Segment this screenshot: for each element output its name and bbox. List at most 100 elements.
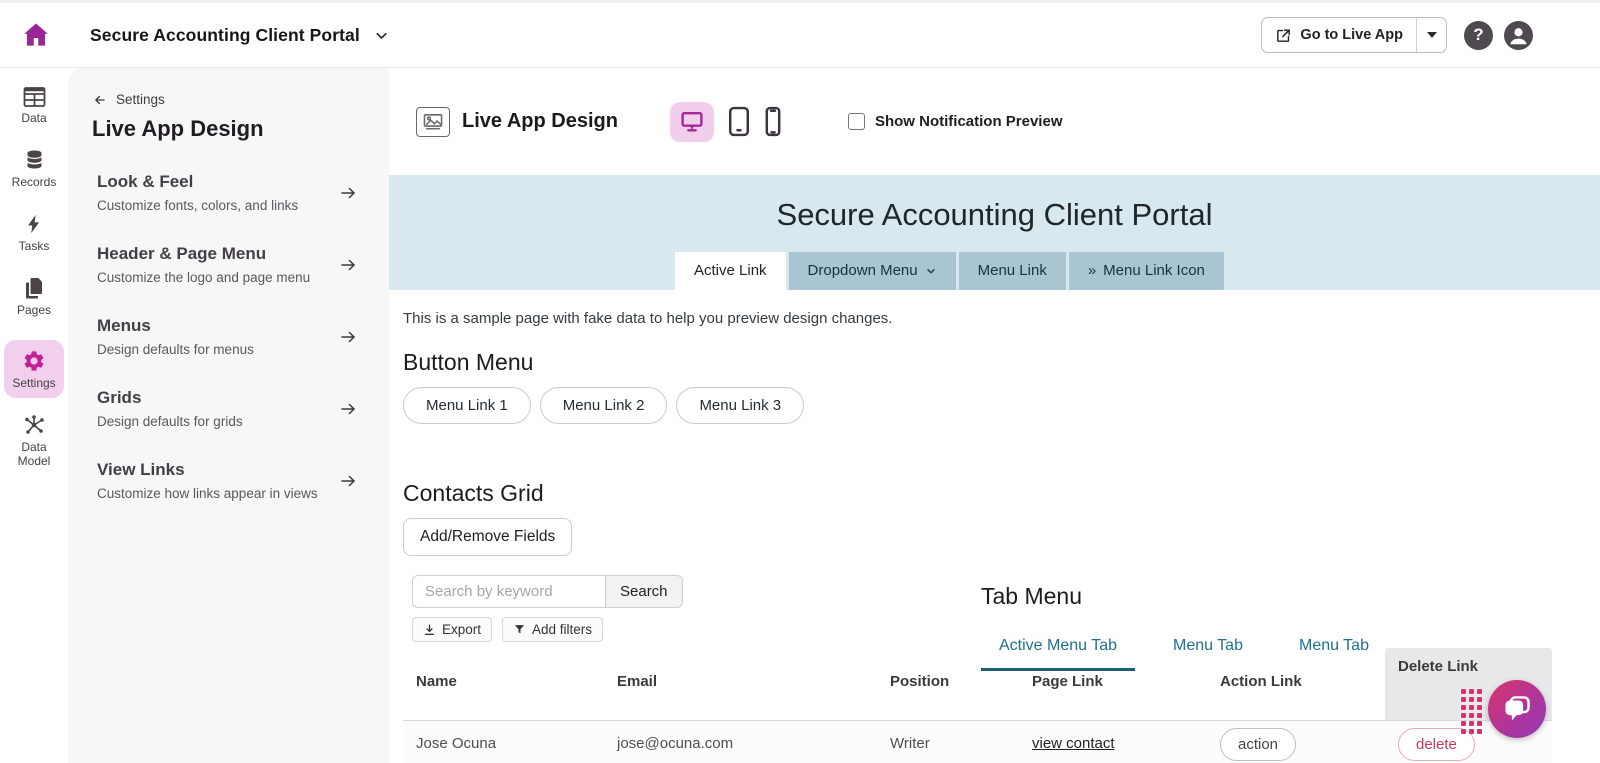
menu-tab-label: Menu Link — [978, 262, 1047, 279]
page-menu-active-link[interactable]: Active Link — [675, 252, 786, 290]
column-header-email[interactable]: Email — [617, 650, 890, 720]
caret-down-icon — [1427, 32, 1437, 38]
help-button[interactable]: ? — [1464, 21, 1493, 50]
home-button[interactable] — [20, 19, 52, 51]
button-menu: Menu Link 1 Menu Link 2 Menu Link 3 — [403, 387, 1600, 424]
nav-rail: Data Records Tasks Pages — [0, 68, 68, 763]
preview-title: Live App Design — [462, 110, 618, 133]
search-button[interactable]: Search — [605, 575, 683, 608]
settings-item-subtitle: Customize fonts, colors, and links — [97, 198, 298, 213]
table-icon — [22, 86, 47, 108]
tablet-icon — [727, 106, 751, 137]
external-link-icon — [1275, 27, 1292, 44]
tab-menu-tab-1[interactable]: Menu Tab — [1155, 637, 1261, 671]
nav-item-tasks[interactable]: Tasks — [4, 212, 64, 253]
column-header-name[interactable]: Name — [416, 650, 617, 720]
page-menu-link[interactable]: Menu Link — [959, 252, 1066, 290]
nav-item-data[interactable]: Data — [4, 86, 64, 125]
menu-link-2-button[interactable]: Menu Link 2 — [540, 387, 668, 424]
device-phone-button[interactable] — [764, 106, 782, 137]
menu-tab-label: Menu Link Icon — [1103, 262, 1205, 279]
nav-item-pages[interactable]: Pages — [4, 276, 64, 317]
back-to-settings-link[interactable]: Settings — [92, 92, 367, 107]
page-menu: Active Link Dropdown Menu Menu Link » Me… — [675, 252, 1224, 290]
menu-tab-label: Active Link — [694, 262, 767, 279]
add-filters-label: Add filters — [532, 622, 592, 637]
preview-area: Live App Design — [389, 68, 1600, 763]
arrow-right-icon — [337, 184, 359, 202]
desktop-icon — [679, 109, 705, 134]
topbar-actions: Go to Live App ? — [1261, 17, 1600, 53]
home-icon — [21, 20, 51, 50]
nav-item-records[interactable]: Records — [4, 148, 64, 189]
double-chevron-icon: » — [1088, 262, 1096, 279]
arrow-right-icon — [337, 472, 359, 490]
tab-menu-section: Tab Menu Active Menu Tab Menu Tab Menu T… — [981, 583, 1541, 671]
database-icon — [22, 148, 47, 172]
menu-link-3-button[interactable]: Menu Link 3 — [676, 387, 804, 424]
column-drag-handle[interactable] — [1461, 689, 1482, 734]
cell-name: Jose Ocuna — [416, 721, 617, 763]
user-avatar-button[interactable] — [1504, 21, 1533, 50]
tab-active-menu-tab[interactable]: Active Menu Tab — [981, 637, 1135, 671]
app-body: Data Records Tasks Pages — [0, 68, 1600, 763]
settings-item-title: Grids — [97, 388, 243, 408]
settings-item-view-links[interactable]: View Links Customize how links appear in… — [97, 460, 367, 501]
image-icon — [416, 107, 450, 137]
chat-bubble-icon — [1500, 692, 1534, 726]
gear-icon — [22, 349, 46, 373]
menu-tab-label: Dropdown Menu — [808, 262, 918, 279]
go-to-live-app-split-button: Go to Live App — [1261, 17, 1447, 53]
settings-item-menus[interactable]: Menus Design defaults for menus — [97, 316, 367, 357]
table-row: Jose Ocuna jose@ocuna.com Writer view co… — [403, 721, 1552, 763]
back-link-label: Settings — [116, 92, 165, 107]
app-switcher-button[interactable] — [373, 27, 390, 44]
go-to-live-app-button[interactable]: Go to Live App — [1262, 18, 1416, 52]
nav-label: Records — [12, 175, 57, 189]
tab-menu-heading: Tab Menu — [981, 583, 1541, 610]
panel-title: Live App Design — [92, 116, 367, 142]
sample-note: This is a sample page with fake data to … — [403, 310, 1600, 327]
live-app-title: Secure Accounting Client Portal — [389, 175, 1600, 233]
arrow-right-icon — [337, 328, 359, 346]
action-button[interactable]: action — [1220, 728, 1296, 761]
app-title: Secure Accounting Client Portal — [90, 25, 360, 46]
export-button[interactable]: Export — [412, 617, 492, 642]
nav-label: Settings — [12, 376, 55, 390]
go-to-live-app-dropdown-button[interactable] — [1416, 18, 1446, 52]
settings-item-subtitle: Customize the logo and page menu — [97, 270, 310, 285]
add-filters-button[interactable]: Add filters — [502, 617, 603, 642]
chat-widget-button[interactable] — [1488, 680, 1546, 738]
tab-menu: Active Menu Tab Menu Tab Menu Tab — [981, 637, 1541, 671]
settings-item-title: Menus — [97, 316, 254, 336]
settings-item-header-page-menu[interactable]: Header & Page Menu Customize the logo an… — [97, 244, 367, 285]
preview-content: This is a sample page with fake data to … — [389, 310, 1600, 763]
settings-item-look-and-feel[interactable]: Look & Feel Customize fonts, colors, and… — [97, 172, 367, 213]
phone-icon — [764, 106, 782, 137]
page-menu-dropdown[interactable]: Dropdown Menu — [789, 252, 956, 290]
chevron-down-icon — [373, 27, 390, 44]
settings-item-title: Look & Feel — [97, 172, 298, 192]
device-tablet-button[interactable] — [727, 106, 751, 137]
settings-item-grids[interactable]: Grids Design defaults for grids — [97, 388, 367, 429]
tab-menu-tab-2[interactable]: Menu Tab — [1281, 637, 1387, 671]
user-icon — [1504, 21, 1533, 50]
live-app-banner: Secure Accounting Client Portal Active L… — [389, 175, 1600, 290]
nav-label: Data Model — [4, 440, 64, 468]
search-input[interactable] — [412, 575, 605, 608]
nav-item-settings[interactable]: Settings — [4, 340, 64, 398]
arrow-left-icon — [92, 93, 108, 107]
nav-label: Pages — [17, 303, 51, 317]
nav-item-data-model[interactable]: Data Model — [4, 413, 64, 468]
page-menu-link-icon[interactable]: » Menu Link Icon — [1069, 252, 1224, 290]
menu-link-1-button[interactable]: Menu Link 1 — [403, 387, 531, 424]
settings-item-title: Header & Page Menu — [97, 244, 310, 264]
device-desktop-button[interactable] — [670, 102, 714, 142]
download-icon — [423, 623, 436, 637]
arrow-right-icon — [337, 256, 359, 274]
view-contact-link[interactable]: view contact — [1032, 735, 1115, 752]
top-bar: Secure Accounting Client Portal Go to Li… — [0, 0, 1600, 68]
add-remove-fields-button[interactable]: Add/Remove Fields — [403, 518, 572, 556]
show-notification-label: Show Notification Preview — [875, 113, 1063, 130]
show-notification-checkbox[interactable] — [848, 113, 865, 130]
